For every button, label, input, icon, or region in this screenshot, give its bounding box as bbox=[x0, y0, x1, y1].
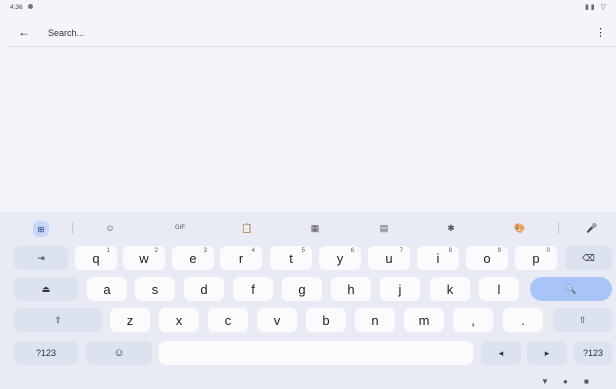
back-arrow-icon[interactable]: ← bbox=[18, 25, 30, 39]
key-g[interactable]: g bbox=[282, 277, 322, 301]
key-s[interactable]: s bbox=[135, 277, 175, 301]
shift-right-key[interactable]: ⇧ bbox=[553, 308, 612, 332]
key-n[interactable]: n bbox=[355, 308, 395, 332]
status-time: 4:36 bbox=[10, 4, 23, 11]
recents-nav-icon[interactable]: ■ bbox=[584, 377, 589, 386]
cursor-right-key[interactable]: ▸ bbox=[527, 341, 567, 365]
key-hint: 8 bbox=[448, 248, 452, 254]
key-r[interactable]: r4 bbox=[220, 246, 262, 270]
key-m[interactable]: m bbox=[404, 308, 444, 332]
key-h[interactable]: h bbox=[331, 277, 371, 301]
notification-icon bbox=[28, 4, 33, 9]
theme-icon[interactable]: 🎨 bbox=[510, 220, 530, 236]
emoji-key[interactable]: ☺ bbox=[86, 341, 152, 365]
key-label: r bbox=[238, 250, 244, 266]
key-label: y bbox=[336, 250, 344, 266]
clipboard-icon[interactable]: 📋 bbox=[237, 220, 257, 236]
key-i[interactable]: i8 bbox=[417, 246, 459, 270]
mic-icon[interactable]: 🎤 bbox=[582, 220, 602, 236]
search-bar: ← Search... ⋮ bbox=[8, 22, 616, 47]
key-label: u bbox=[385, 250, 393, 266]
home-nav-icon[interactable]: ● bbox=[563, 377, 568, 386]
key-e[interactable]: e3 bbox=[172, 246, 214, 270]
key-hint: 4 bbox=[251, 248, 255, 254]
symbols-key-right[interactable]: ?123 bbox=[574, 341, 612, 365]
key-hint: 2 bbox=[154, 248, 158, 254]
key-label: e bbox=[189, 250, 197, 266]
key-f[interactable]: f bbox=[233, 277, 273, 301]
key-label: t bbox=[289, 250, 293, 266]
toolbar-divider bbox=[558, 222, 559, 234]
key-hint: 5 bbox=[301, 248, 305, 254]
key-hint: 1 bbox=[106, 248, 110, 254]
back-nav-icon[interactable]: ▼ bbox=[541, 377, 549, 386]
key-hint: 6 bbox=[350, 248, 354, 254]
status-bar: 4:36 ▮▮ ▽ bbox=[0, 0, 616, 14]
key-j[interactable]: j bbox=[380, 277, 420, 301]
key-o[interactable]: o9 bbox=[466, 246, 508, 270]
search-input[interactable]: Search... bbox=[48, 28, 84, 38]
key-c[interactable]: c bbox=[208, 308, 248, 332]
key-hint: 7 bbox=[399, 248, 403, 254]
more-options-icon[interactable]: ⋮ bbox=[595, 26, 606, 39]
key-hint: 0 bbox=[546, 248, 550, 254]
key-hint: 9 bbox=[497, 248, 501, 254]
key-label: o bbox=[483, 250, 491, 266]
key-v[interactable]: v bbox=[257, 308, 297, 332]
space-bar[interactable] bbox=[159, 341, 473, 365]
tab-key[interactable]: ⇥ bbox=[14, 246, 68, 270]
toolbar-divider bbox=[72, 222, 73, 234]
battery-wifi-icon: ▮▮ ▽ bbox=[584, 4, 608, 11]
key-p[interactable]: p0 bbox=[515, 246, 557, 270]
search-key[interactable]: 🔍 bbox=[530, 277, 612, 301]
key-x[interactable]: x bbox=[159, 308, 199, 332]
key-label: p bbox=[532, 250, 540, 266]
key-label: w bbox=[139, 250, 149, 266]
apps-grid-icon[interactable]: ⊞ bbox=[33, 221, 49, 237]
symbols-key[interactable]: ?123 bbox=[14, 341, 78, 365]
shift-left-key[interactable]: ⇧ bbox=[14, 308, 102, 332]
key-w[interactable]: w2 bbox=[123, 246, 165, 270]
search-results-area bbox=[0, 48, 616, 212]
caps-lock-key[interactable]: ⏏ bbox=[14, 277, 78, 301]
key-period[interactable]: . bbox=[503, 308, 543, 332]
floating-keyboard-icon[interactable]: ▤ bbox=[374, 220, 394, 236]
navigation-bar: ▼ ● ■ bbox=[0, 374, 616, 389]
key-comma[interactable]: , bbox=[453, 308, 493, 332]
key-q[interactable]: q1 bbox=[75, 246, 117, 270]
key-t[interactable]: t5 bbox=[270, 246, 312, 270]
key-z[interactable]: z bbox=[110, 308, 150, 332]
key-l[interactable]: l bbox=[479, 277, 519, 301]
key-b[interactable]: b bbox=[306, 308, 346, 332]
backspace-key[interactable]: ⌫ bbox=[565, 246, 612, 270]
key-a[interactable]: a bbox=[87, 277, 127, 301]
key-label: q bbox=[92, 250, 100, 266]
key-d[interactable]: d bbox=[184, 277, 224, 301]
sticker-icon[interactable]: ☺ bbox=[100, 220, 120, 236]
key-k[interactable]: k bbox=[430, 277, 470, 301]
key-hint: 3 bbox=[203, 248, 207, 254]
key-label: i bbox=[436, 250, 440, 266]
gif-icon[interactable]: GIF bbox=[170, 220, 190, 236]
cursor-left-key[interactable]: ◂ bbox=[481, 341, 521, 365]
on-screen-keyboard: ⊞ ☺ GIF 📋 ▦ ▤ ✱ 🎨 🎤 ⇥ q1 w2 e3 r4 t5 y6 … bbox=[0, 212, 616, 389]
key-y[interactable]: y6 bbox=[319, 246, 361, 270]
translate-icon[interactable]: ▦ bbox=[305, 220, 325, 236]
key-u[interactable]: u7 bbox=[368, 246, 410, 270]
settings-icon[interactable]: ✱ bbox=[441, 220, 461, 236]
